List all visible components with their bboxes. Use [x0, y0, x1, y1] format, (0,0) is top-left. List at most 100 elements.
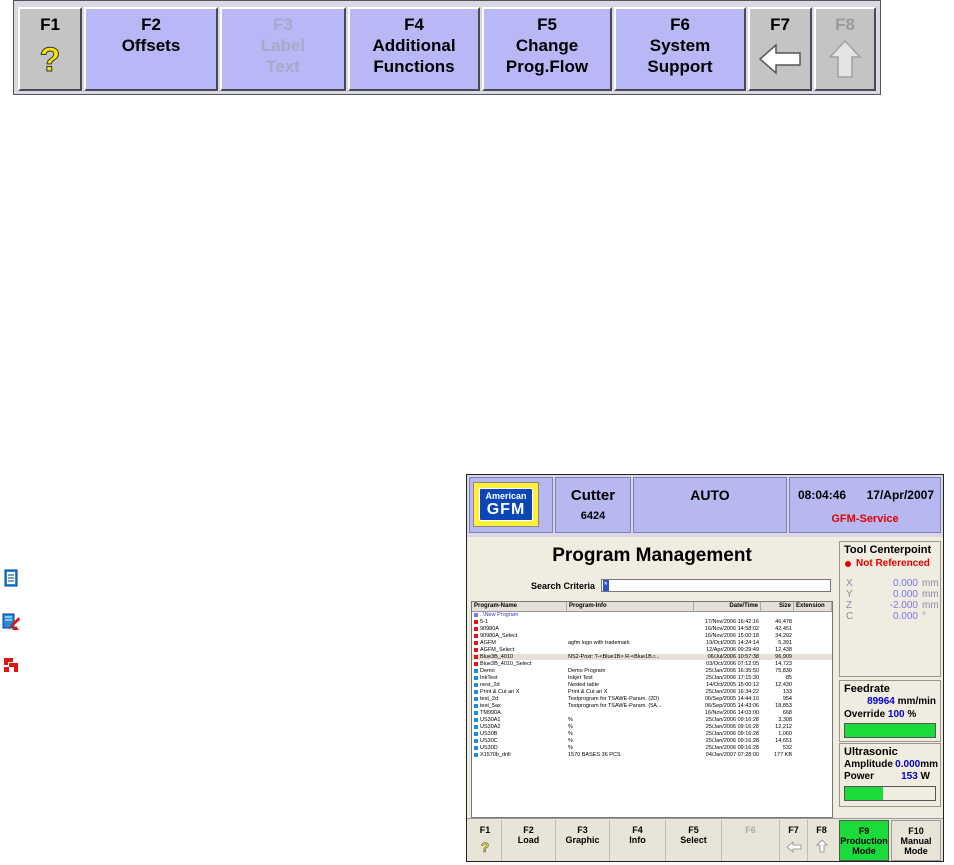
f4-additional-functions-key[interactable]: F4 Additional Functions	[348, 7, 480, 91]
key-code: F5	[537, 15, 557, 34]
table-row[interactable]: US30A1% 25/Jan/2006 09:16:28 3,308	[472, 717, 832, 723]
table-row[interactable]: AGFM agfm logo with trademark 19/Oct/2005 …	[472, 640, 832, 646]
error-program-icon	[474, 655, 478, 659]
row-size: 532	[782, 745, 792, 751]
column-header-date-time[interactable]: Date/Time	[694, 602, 761, 611]
clock-date: 17/Apr/2007	[866, 488, 934, 502]
row-info: Demo Program	[568, 668, 606, 674]
f1-help-key[interactable]: F1 ?	[18, 7, 82, 91]
table-row[interactable]: Print & Cut an X Print & Cut an X 25/Jan/2…	[472, 689, 832, 695]
f2-offsets-key[interactable]: F2 Offsets	[84, 7, 218, 91]
search-label: Search Criteria	[531, 581, 596, 591]
axis-unit: °	[922, 611, 926, 622]
screen-f7-back-key[interactable]: F7	[779, 820, 807, 861]
row-name: 5-1	[480, 619, 488, 625]
row-name: ..\New Program	[480, 612, 519, 618]
row-info: Inkjet Test	[568, 675, 593, 681]
table-row[interactable]: 5-1 17/Nov/2006 16:42:16 46,478	[472, 619, 832, 625]
key-label: Mode	[904, 846, 928, 856]
table-row[interactable]: test_5ax Testprogram for TSAWE-Param. (5A…	[472, 703, 832, 709]
program-file-icon	[474, 669, 478, 673]
key-label: System	[649, 36, 711, 55]
key-label: Manual	[900, 836, 932, 846]
key-code: F10	[908, 826, 924, 836]
table-row[interactable]: TM990A 16/Nov/2006 14:03:00 668	[472, 710, 832, 716]
function-key-bar: F1 ? F2 Offsets F3 Label Text F4 Additio…	[13, 0, 881, 95]
column-header-size[interactable]: Size	[761, 602, 794, 611]
table-row[interactable]: AGFM_Select 12/Apr/2006 09:29:49 12,438	[472, 647, 832, 653]
screen-f5-select-key[interactable]: F5 Select	[665, 820, 721, 861]
row-date: 25/Jan/2006 16:34:22	[705, 689, 759, 695]
row-info: NS2-Post: T-<Blue1B> R-<Blue1B.r...	[568, 654, 660, 660]
search-input[interactable]: *	[601, 579, 831, 592]
f3-label-text-key[interactable]: F3 Label Text	[220, 7, 346, 91]
table-row[interactable]: InkTest Inkjet Test 25/Jan/2006 17:15:30 85	[472, 675, 832, 681]
table-row[interactable]: test_2d Testprogram for TSAWE-Param. (2D)…	[472, 696, 832, 702]
american-gfm-logo: American GFM	[473, 482, 539, 527]
power-bar-fill	[845, 787, 883, 800]
axis-value: 0.000	[892, 611, 918, 622]
power-unit: W	[920, 771, 930, 782]
program-file-icon	[474, 676, 478, 680]
program-list[interactable]: Program-Name Program-Info Date/Time Size…	[471, 601, 833, 818]
row-info: %	[568, 717, 573, 723]
row-name: Demo	[480, 668, 495, 674]
screen-f1-help-key[interactable]: F1 ?	[469, 820, 501, 861]
f6-system-support-key[interactable]: F6 System Support	[614, 7, 746, 91]
tool-centerpoint-panel: Tool Centerpoint Not Referenced X 0.000 mm…	[839, 541, 941, 677]
column-header-extension[interactable]: Extension	[794, 602, 832, 611]
datetime-box: 08:04:46 17/Apr/2007 GFM-Service	[789, 477, 941, 533]
key-code: F6	[670, 15, 690, 34]
row-date: 03/Oct/2006 07:12:05	[706, 661, 759, 667]
row-size: 5,391	[778, 640, 792, 646]
table-row[interactable]: 90980A_Select 16/Nov/2006 15:00:18 34,292	[472, 633, 832, 639]
power-bar	[844, 786, 936, 801]
feedrate-unit: mm/min	[897, 696, 936, 707]
f5-change-prog-flow-key[interactable]: F5 Change Prog.Flow	[482, 7, 612, 91]
key-label: Offsets	[121, 36, 181, 55]
help-question-icon: ?	[39, 41, 61, 80]
row-name: test_5ax	[480, 703, 501, 709]
table-row[interactable]: nest_2d Nested table 14/Oct/2005 15:00:12 1…	[472, 682, 832, 688]
column-header-program-name[interactable]: Program-Name	[472, 602, 567, 611]
key-label: Production	[840, 836, 888, 846]
screen-f4-info-key[interactable]: F4 Info	[609, 820, 665, 861]
error-program-icon	[4, 658, 18, 672]
row-date: 17/Nov/2006 16:42:16	[704, 619, 759, 625]
row-name: Print & Cut an X	[480, 689, 520, 695]
f8-up-key[interactable]: F8	[814, 7, 876, 91]
table-row[interactable]: US30D% 25/Jan/2006 09:16:28 532	[472, 745, 832, 751]
logged-user: GFM-Service	[831, 513, 899, 525]
override-bar	[844, 723, 936, 738]
row-size: 668	[782, 710, 792, 716]
screen-f3-graphic-key[interactable]: F3 Graphic	[555, 820, 609, 861]
table-row[interactable]: Blue3B_4010 NS2-Post: T-<Blue1B> R-<Blue1…	[472, 654, 832, 660]
screen-f2-load-key[interactable]: F2 Load	[501, 820, 555, 861]
table-row[interactable]: 90980A 16/Nov/2006 14:58:02 42,451	[472, 626, 832, 632]
error-program-icon	[474, 648, 478, 652]
screen-f9-production-mode-key[interactable]: F9 Production Mode	[839, 820, 889, 861]
table-row[interactable]: US30B% 25/Jan/2006 09:16:28 1,060	[472, 731, 832, 737]
screen-f10-manual-mode-key[interactable]: F10 Manual Mode	[891, 820, 941, 861]
row-name: 90980A	[480, 626, 499, 632]
axis-label: C	[846, 611, 854, 622]
error-program-icon	[474, 662, 478, 666]
feedrate-value: 89964	[867, 696, 895, 707]
key-code: F2	[523, 825, 534, 835]
table-row[interactable]: US30C% 25/Jan/2006 09:16:28 14,651	[472, 738, 832, 744]
screen-f6-key[interactable]: F6	[721, 820, 779, 861]
table-row[interactable]: Demo Demo Program 25/Jan/2006 16:35:50 75,8…	[472, 668, 832, 674]
error-program-icon	[474, 620, 478, 624]
f7-back-key[interactable]: F7	[748, 7, 812, 91]
table-row[interactable]: ..\New Program	[472, 612, 832, 618]
table-row[interactable]: X1570b_drill 1570 BASES 36 PCS 04/Jan/2007…	[472, 752, 832, 758]
row-size: 3,308	[778, 717, 792, 723]
screen-f8-up-key[interactable]: F8	[807, 820, 835, 861]
row-date: 16/Nov/2006 15:00:18	[704, 633, 759, 639]
table-row[interactable]: Blue3B_4010_Select 03/Oct/2006 07:12:05 14…	[472, 661, 832, 667]
table-row[interactable]: US30A2% 25/Jan/2006 09:16:28 12,212	[472, 724, 832, 730]
key-label: Change	[515, 36, 579, 55]
row-name: Blue3B_4010_Select	[480, 661, 532, 667]
column-header-program-info[interactable]: Program-Info	[567, 602, 694, 611]
row-name: InkTest	[480, 675, 498, 681]
